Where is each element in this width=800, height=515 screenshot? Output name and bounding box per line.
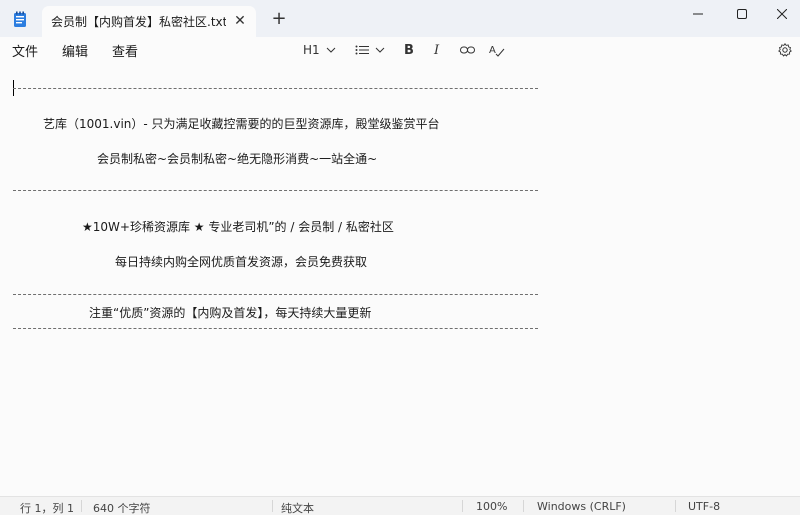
divider-line [13,190,538,191]
tab-title: 会员制【内购首发】私密社区.txt [51,15,226,29]
heading-dropdown[interactable]: H1 [303,40,336,60]
line-ending[interactable]: Windows (CRLF) [537,500,626,513]
character-count: 640 个字符 [93,502,151,515]
close-icon [777,9,787,19]
notepad-app-icon [14,11,26,27]
menu-bar: 文件 编辑 查看 H1 B I A [0,37,800,64]
tab-close-icon[interactable]: ✕ [232,13,248,29]
close-window-button[interactable] [764,0,800,28]
text-mode[interactable]: 纯文本 [281,500,314,515]
status-separator [272,500,273,512]
list-dropdown[interactable] [355,40,385,60]
text-line-1: 艺库（1001.vin）- 只为满足收藏控需要的的巨型资源库，殿堂级鉴赏平台 [43,117,440,131]
text-line-2: 会员制私密~会员制私密~绝无隐形消费~一站全通~ [97,152,378,166]
new-tab-button[interactable]: + [270,10,288,28]
menu-edit[interactable]: 编辑 [62,41,88,60]
spellcheck-icon: A [489,45,505,57]
maximize-button[interactable] [720,0,764,28]
heading-label: H1 [303,43,320,57]
menu-file[interactable]: 文件 [12,41,38,60]
link-button[interactable] [460,40,475,60]
settings-button[interactable] [778,40,792,60]
svg-text:A: A [489,45,496,56]
maximize-icon [737,9,747,19]
divider-line [13,328,538,329]
status-bar: 行 1，列 1 640 个字符 纯文本 100% Windows (CRLF) … [0,496,800,515]
bold-icon: B [404,42,414,58]
divider-line [13,88,538,89]
menu-view[interactable]: 查看 [112,41,138,60]
minimize-icon [693,13,703,15]
status-separator [462,500,463,512]
status-separator [523,500,524,512]
status-separator [675,500,676,512]
minimize-button[interactable] [676,0,720,28]
divider-line [13,294,538,295]
encoding[interactable]: UTF-8 [688,500,720,513]
chevron-down-icon [326,47,336,53]
status-separator [81,500,82,512]
cursor-position: 行 1，列 1 [20,502,74,515]
gear-icon [778,43,792,57]
italic-icon: I [434,42,440,58]
chevron-down-icon [375,47,385,53]
text-line-3: ★10W+珍稀资源库 ★ 专业老司机”的 / 会员制 / 私密社区 [82,220,394,234]
link-icon [460,46,475,54]
text-editor[interactable]: 艺库（1001.vin）- 只为满足收藏控需要的的巨型资源库，殿堂级鉴赏平台 会… [0,64,800,496]
text-line-4: 每日持续内购全网优质首发资源，会员免费获取 [115,255,368,269]
text-line-5: 注重“优质”资源的【内购及首发】，每天持续大量更新 [89,306,372,320]
title-bar: 会员制【内购首发】私密社区.txt ✕ + [0,0,800,37]
italic-button[interactable]: I [434,40,439,60]
list-icon [355,45,369,55]
zoom-level[interactable]: 100% [476,500,507,513]
document-tab[interactable]: 会员制【内购首发】私密社区.txt ✕ [42,6,256,37]
bold-button[interactable]: B [404,40,414,60]
spellcheck-button[interactable]: A [489,40,505,60]
